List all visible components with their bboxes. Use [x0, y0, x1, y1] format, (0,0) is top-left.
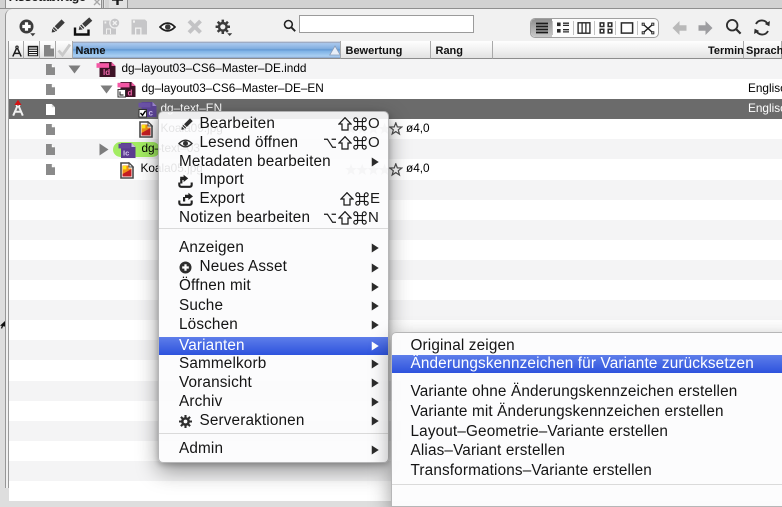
svg-text:Id: Id [103, 68, 110, 77]
svg-text:Ic: Ic [123, 148, 129, 157]
svg-text:d: d [128, 88, 133, 97]
svg-text:c: c [149, 108, 154, 117]
